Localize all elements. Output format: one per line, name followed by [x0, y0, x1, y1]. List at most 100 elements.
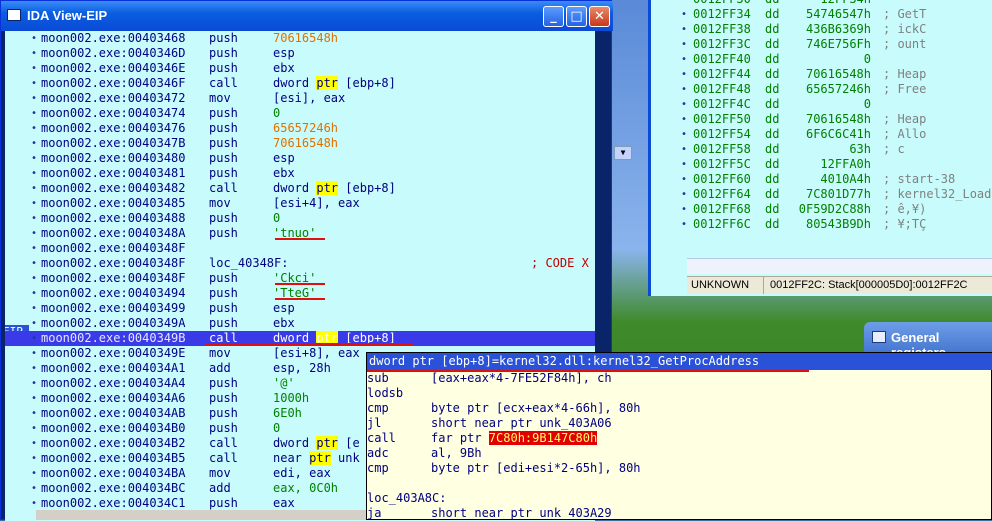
stack-comment: ; GetT — [883, 7, 927, 21]
ida-bottom-scrollbar[interactable] — [36, 510, 366, 520]
disasm-line[interactable]: • moon002.exe:00403499 push esp — [5, 301, 595, 316]
tooltip-mnemonic: sub — [367, 371, 389, 385]
line-bullet-icon: • — [31, 438, 38, 449]
line-bullet-icon: • — [31, 318, 38, 329]
line-mnemonic: push — [209, 121, 238, 135]
line-address: moon002.exe:004034A1 — [41, 361, 186, 375]
operand-text: esp — [273, 151, 295, 165]
disasm-line[interactable]: • moon002.exe:0040346D push esp — [5, 46, 595, 61]
line-operand: esp — [273, 151, 295, 166]
line-bullet-icon: • — [681, 84, 688, 95]
line-operand: dword ptr [ebp+8] — [273, 76, 396, 90]
line-bullet-icon: • — [681, 174, 688, 185]
stack-address: 0012FF6C — [693, 217, 751, 231]
line-operand: 70616548h — [273, 31, 338, 46]
line-address: moon002.exe:0040347B — [41, 136, 186, 150]
line-bullet-icon: • — [31, 498, 38, 509]
line-address: moon002.exe:00403485 — [41, 196, 186, 210]
minimize-button[interactable]: _ — [543, 6, 564, 27]
line-address: moon002.exe:0040346F — [41, 76, 186, 90]
maximize-button[interactable]: □ — [566, 6, 587, 27]
line-address: moon002.exe:00403480 — [41, 151, 186, 165]
stack-address: 0012FF30 — [693, 0, 751, 7]
line-bullet-icon: • — [31, 213, 38, 224]
tooltip-operand: short near ptr unk_403A29 — [431, 506, 612, 520]
ida-title-bar[interactable]: IDA View-EIP _ □ ✕ — [1, 1, 613, 31]
operand-text: eax, 0C0h — [273, 481, 339, 495]
stack-directive: dd — [765, 157, 780, 171]
line-address: moon002.exe:00403482 — [41, 181, 186, 195]
line-bullet-icon: • — [681, 69, 688, 80]
line-bullet-icon: • — [31, 153, 38, 164]
line-mnemonic: push — [209, 166, 238, 180]
line-operand: [esi+4], eax — [273, 196, 360, 211]
line-mnemonic: loc_40348F: — [209, 256, 289, 270]
disasm-line[interactable]: • moon002.exe:0040346E push ebx — [5, 61, 595, 76]
line-bullet-icon: • — [31, 363, 38, 374]
line-bullet-icon: • — [31, 78, 38, 89]
disasm-line[interactable]: • moon002.exe:00403468 push 70616548h — [5, 31, 595, 46]
line-operand: ebx — [273, 61, 295, 76]
line-bullet-icon: • — [681, 219, 688, 230]
line-address: moon002.exe:004034BC — [41, 481, 186, 495]
disasm-line[interactable]: • moon002.exe:00403485 mov [esi+4], eax — [5, 196, 595, 211]
tooltip-mnemonic: adc — [367, 446, 389, 460]
line-operand: esp, 28h — [273, 361, 331, 376]
tooltip-operand: byte ptr [ecx+eax*4-66h], 80h — [431, 401, 641, 415]
line-mnemonic: push — [209, 46, 238, 60]
line-mnemonic: mov — [209, 91, 231, 105]
line-mnemonic: call — [209, 76, 238, 90]
line-mnemonic: push — [209, 286, 238, 300]
highlighted-ptr: ptr — [316, 76, 339, 90]
stack-directive: dd — [765, 187, 780, 201]
disasm-line[interactable]: • moon002.exe:00403488 push 0 — [5, 211, 595, 226]
line-address: moon002.exe:004034A6 — [41, 391, 186, 405]
line-operand: near ptr unk — [273, 451, 360, 465]
line-bullet-icon: • — [681, 159, 688, 170]
operand-text: 70616548h — [273, 136, 339, 150]
stack-view-window[interactable]: • 0012FF30 dd 12FF34h • 0012FF34 dd 54746547h ; … — [648, 0, 992, 296]
disasm-line[interactable]: • moon002.exe:0040346F call dword ptr [ebp+… — [5, 76, 595, 91]
general-registers-window[interactable]: General registers — [864, 322, 992, 360]
stack-value: 0F59D2C88h — [798, 202, 871, 216]
stack-directive: dd — [765, 97, 780, 111]
line-operand: '@' — [273, 376, 295, 391]
disasm-line[interactable]: • moon002.exe:0040348F loc_40348F: ; CODE X — [5, 256, 595, 271]
line-address: moon002.exe:00403474 — [41, 106, 186, 120]
line-mnemonic: add — [209, 361, 231, 375]
stack-directive: dd — [765, 127, 780, 141]
line-operand: esp — [273, 301, 295, 316]
line-bullet-icon: • — [31, 453, 38, 464]
stack-status-bar: UNKNOWN 0012FF2C: Stack[000005D0]:0012FF… — [687, 276, 992, 294]
stack-directive: dd — [765, 7, 780, 21]
stack-address: 0012FF50 — [693, 112, 751, 126]
tooltip-operand: far ptr 7C80h:9B147C80h — [431, 431, 598, 445]
hint-tooltip: dword ptr [ebp+8]=kernel32.dll:kernel32_… — [366, 352, 992, 520]
stack-horizontal-scrollbar[interactable] — [687, 258, 992, 274]
disasm-line[interactable]: • moon002.exe:0040348F — [5, 241, 595, 256]
scroll-down-arrow-icon[interactable]: ▼ — [614, 146, 632, 160]
close-button[interactable]: ✕ — [589, 6, 610, 27]
disasm-line[interactable]: • moon002.exe:00403481 push ebx — [5, 166, 595, 181]
stack-status-location: 0012FF2C: Stack[000005D0]:0012FF2C — [763, 277, 968, 294]
disasm-line[interactable]: • moon002.exe:00403480 push esp — [5, 151, 595, 166]
disasm-line[interactable]: • moon002.exe:00403476 push 65657246h — [5, 121, 595, 136]
line-address: moon002.exe:0040348A — [41, 226, 186, 240]
line-operand: esp — [273, 46, 295, 61]
operand-text: ebx — [273, 61, 295, 75]
line-bullet-icon: • — [31, 93, 38, 104]
operand-text: 70616548h — [273, 31, 339, 45]
disasm-line[interactable]: • moon002.exe:0040349A push ebx — [5, 316, 595, 331]
line-mnemonic: call — [209, 436, 238, 450]
disasm-line[interactable]: • moon002.exe:00403474 push 0 — [5, 106, 595, 121]
line-bullet-icon: • — [681, 129, 688, 140]
disasm-line[interactable]: • moon002.exe:00403472 mov [esi], eax — [5, 91, 595, 106]
line-address: moon002.exe:00403488 — [41, 211, 186, 225]
line-mnemonic: push — [209, 301, 238, 315]
tooltip-operand: [eax+eax*4-7FE52F84h], ch — [431, 371, 612, 385]
line-operand: 70616548h — [273, 136, 338, 151]
stack-directive: dd — [765, 142, 780, 156]
disasm-line[interactable]: • moon002.exe:00403482 call dword ptr [ebp+… — [5, 181, 595, 196]
disasm-line[interactable]: • moon002.exe:0040347B push 70616548h — [5, 136, 595, 151]
line-mnemonic: push — [209, 271, 238, 285]
